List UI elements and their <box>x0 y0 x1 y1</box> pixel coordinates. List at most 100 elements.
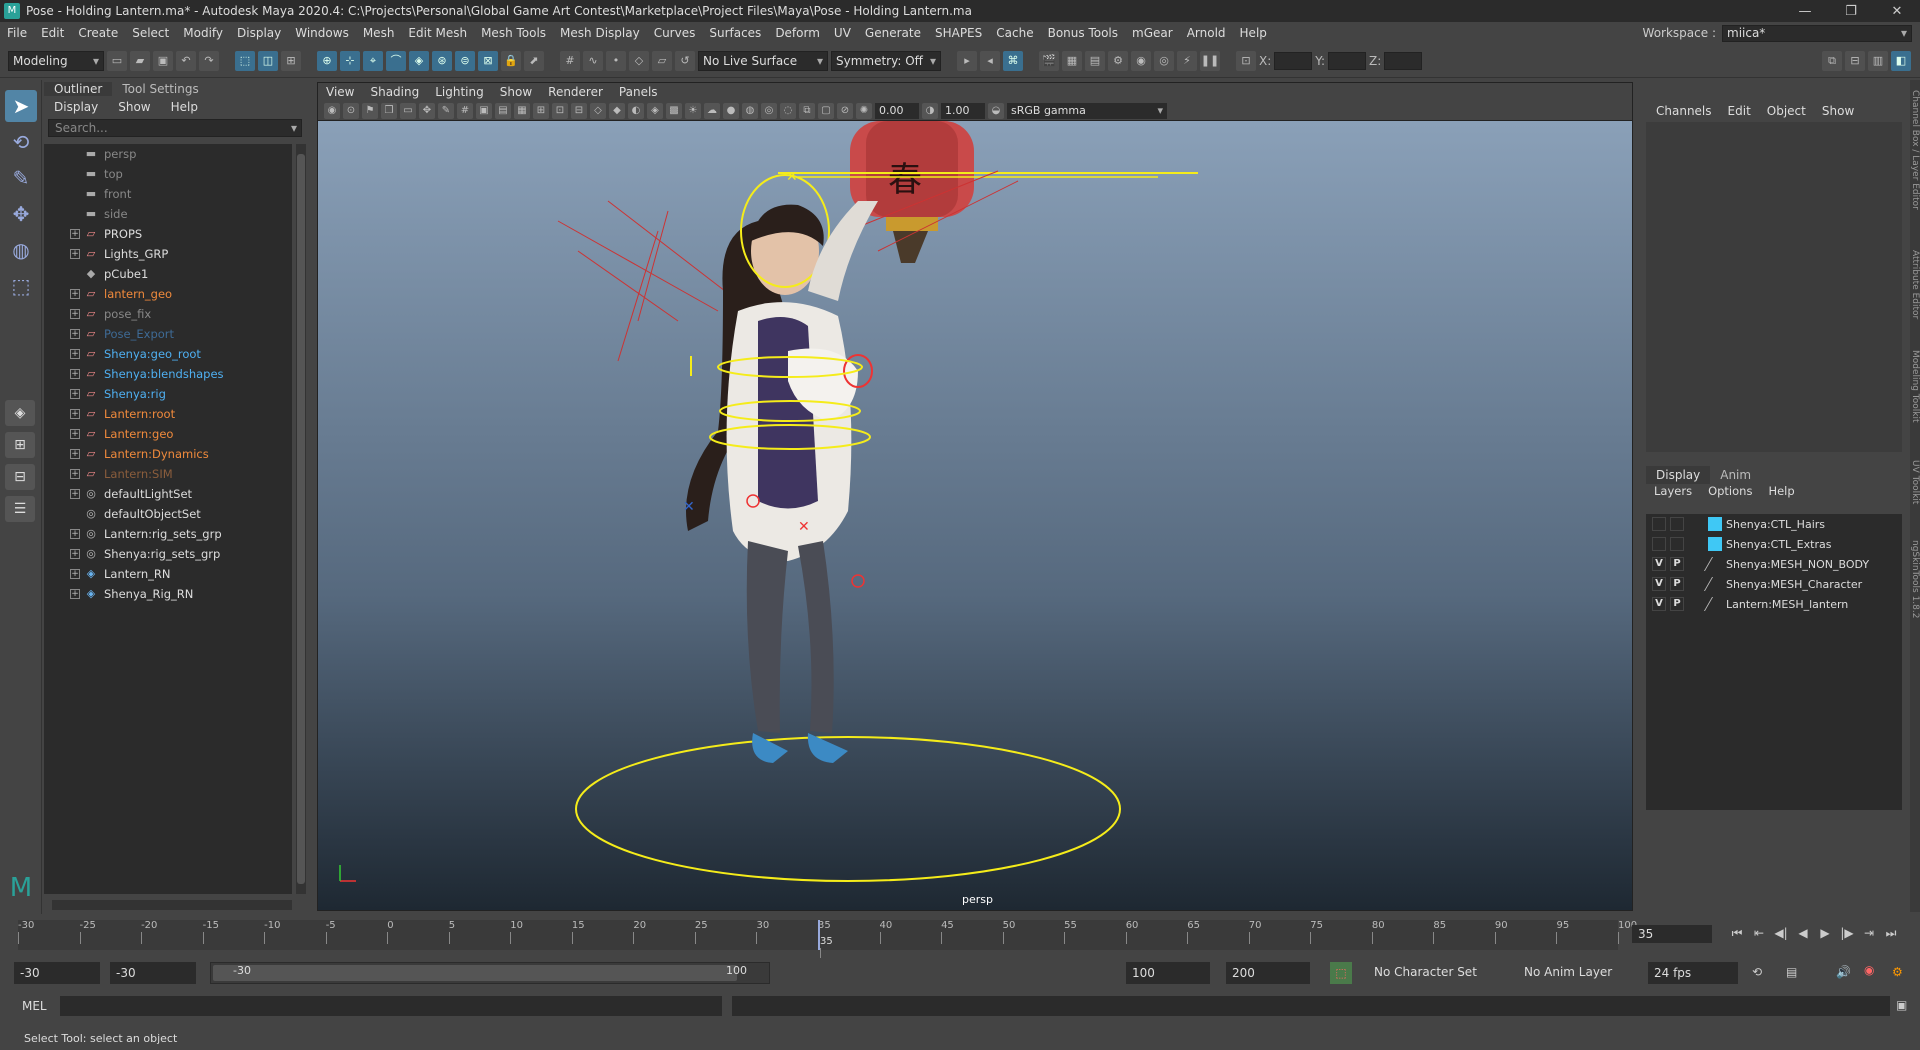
layer-color-swatch[interactable] <box>1708 537 1722 551</box>
menu-arnold[interactable]: Arnold <box>1180 26 1233 40</box>
expand-icon[interactable]: + <box>70 389 80 399</box>
layer-playback-toggle[interactable]: P <box>1670 597 1684 611</box>
expand-icon[interactable]: + <box>70 369 80 379</box>
y-field[interactable] <box>1328 51 1367 70</box>
layer-row[interactable]: Shenya:CTL_Hairs <box>1646 514 1902 534</box>
arnold-render-icon[interactable]: ◎ <box>1154 50 1174 71</box>
select-camera-icon[interactable]: ◉ <box>324 102 340 119</box>
pause-render-icon[interactable]: ❚❚ <box>1200 50 1220 71</box>
menuset-dropdown[interactable]: Modeling <box>8 50 104 71</box>
mask-surfaces-icon[interactable]: ◈ <box>409 50 429 71</box>
wireframe-icon[interactable]: ◇ <box>590 102 606 119</box>
save-scene-icon[interactable]: ▣ <box>153 50 173 71</box>
menu-edit[interactable]: Edit <box>34 26 71 40</box>
expand-icon[interactable]: + <box>70 589 80 599</box>
outliner-item[interactable]: + ◈ Shenya_Rig_RN <box>44 584 292 604</box>
open-scene-icon[interactable]: ▰ <box>130 50 150 71</box>
expand-icon[interactable]: + <box>70 489 80 499</box>
side-tab-modeling-toolkit[interactable]: Modeling Toolkit <box>1910 350 1920 423</box>
bookmarks-icon[interactable]: ❒ <box>381 102 397 119</box>
layer-menu-help[interactable]: Help <box>1760 484 1802 498</box>
sidebar-toggle-2-icon[interactable]: ⊟ <box>1845 50 1865 71</box>
playback-end-field[interactable]: 100 <box>1126 962 1210 984</box>
live-surface-dropdown[interactable]: No Live Surface <box>698 50 828 71</box>
snap-projected-icon[interactable]: ◇ <box>629 50 649 71</box>
channel-menu-edit[interactable]: Edit <box>1720 104 1759 118</box>
gamma-icon[interactable]: ◑ <box>922 102 938 119</box>
lasso-tool-icon[interactable]: ⟲ <box>5 126 37 158</box>
xray-joints-icon[interactable]: ⊘ <box>837 102 853 119</box>
select-component-icon[interactable]: ⊞ <box>281 50 301 71</box>
menu-surfaces[interactable]: Surfaces <box>702 26 768 40</box>
two-d-pan-icon[interactable]: ✥ <box>419 102 435 119</box>
anim-layer-dropdown[interactable]: No Anim Layer <box>1524 965 1612 979</box>
viewport-panel[interactable]: View Shading Lighting Show Renderer Pane… <box>317 82 1633 911</box>
viewport-menu-shading[interactable]: Shading <box>362 85 427 99</box>
side-tab-uv-toolkit[interactable]: UV Toolkit <box>1910 460 1920 504</box>
smooth-shade-icon[interactable]: ◆ <box>609 102 625 119</box>
render-frame-icon[interactable]: ▦ <box>1062 50 1082 71</box>
outliner-layout-icon[interactable]: ☰ <box>5 496 35 522</box>
anim-prefs-icon[interactable]: ⚙ <box>1892 965 1903 979</box>
outliner-item[interactable]: + ▱ PROPS <box>44 224 292 244</box>
expand-icon[interactable]: + <box>70 429 80 439</box>
outliner-item[interactable]: + ◎ Lantern:rig_sets_grp <box>44 524 292 544</box>
layer-visibility-toggle[interactable] <box>1652 517 1666 531</box>
outliner-menu-help[interactable]: Help <box>161 100 208 114</box>
layer-color-swatch[interactable] <box>1703 557 1727 571</box>
mel-command-input[interactable] <box>60 996 722 1016</box>
outliner-item[interactable]: + ◎ Shenya:rig_sets_grp <box>44 544 292 564</box>
mel-label[interactable]: MEL <box>22 999 47 1013</box>
persp-outliner-icon[interactable]: ⊟ <box>5 464 35 490</box>
input-ops-icon[interactable]: ▸ <box>957 50 977 71</box>
layer-playback-toggle[interactable]: P <box>1670 577 1684 591</box>
absolute-transform-icon[interactable]: ⊡ <box>1236 50 1256 71</box>
step-back-frame-icon[interactable]: ◀| <box>1772 924 1790 942</box>
auto-key-icon[interactable]: ⬚ <box>1330 962 1352 984</box>
outliner-item[interactable]: + ▱ Shenya:rig <box>44 384 292 404</box>
lock-selection-icon[interactable]: 🔒 <box>501 50 521 71</box>
color-management-icon[interactable]: ◒ <box>988 102 1004 119</box>
menu-shapes[interactable]: SHAPES <box>928 26 989 40</box>
depth-of-field-icon[interactable]: ◌ <box>780 102 796 119</box>
mask-handles-icon[interactable]: ⊹ <box>340 50 360 71</box>
outliner-item[interactable]: ◆ pCube1 <box>44 264 292 284</box>
scale-tool-icon[interactable]: ⬚ <box>5 270 37 302</box>
menu-file[interactable]: File <box>0 26 34 40</box>
use-all-lights-icon[interactable]: ☀ <box>685 102 701 119</box>
mask-all-icon[interactable]: ⊕ <box>317 50 337 71</box>
anti-aliasing-icon[interactable]: ◎ <box>761 102 777 119</box>
layer-row[interactable]: Shenya:CTL_Extras <box>1646 534 1902 554</box>
highlight-selection-icon[interactable]: ⬈ <box>524 50 544 71</box>
viewport-menu-panels[interactable]: Panels <box>611 85 666 99</box>
menu-create[interactable]: Create <box>71 26 125 40</box>
outliner-item[interactable]: + ▱ pose_fix <box>44 304 292 324</box>
menu-deform[interactable]: Deform <box>768 26 827 40</box>
menu-help[interactable]: Help <box>1233 26 1274 40</box>
layer-menu-layers[interactable]: Layers <box>1646 484 1700 498</box>
rotate-tool-icon[interactable]: ◍ <box>5 234 37 266</box>
outliner-item[interactable]: + ▱ lantern_geo <box>44 284 292 304</box>
menu-bonus-tools[interactable]: Bonus Tools <box>1041 26 1125 40</box>
construction-history-icon[interactable]: ⌘ <box>1003 50 1023 71</box>
layer-visibility-toggle[interactable]: V <box>1652 557 1666 571</box>
ipr-render-icon[interactable]: ▤ <box>1085 50 1105 71</box>
tab-tool-settings[interactable]: Tool Settings <box>112 82 208 96</box>
menu-edit-mesh[interactable]: Edit Mesh <box>401 26 474 40</box>
default-material-icon[interactable]: ◐ <box>628 102 644 119</box>
chevron-down-icon[interactable]: ▾ <box>291 121 297 135</box>
outliner-item[interactable]: ◎ defaultObjectSet <box>44 504 292 524</box>
grease-pencil-icon[interactable]: ✎ <box>438 102 454 119</box>
viewport-menu-view[interactable]: View <box>318 85 362 99</box>
symmetry-dropdown[interactable]: Symmetry: Off <box>831 50 941 71</box>
isolate-select-icon[interactable]: ⧉ <box>799 102 815 119</box>
tab-anim[interactable]: Anim <box>1710 466 1761 484</box>
redo-icon[interactable]: ↷ <box>199 50 219 71</box>
menu-curves[interactable]: Curves <box>647 26 703 40</box>
motion-blur-icon[interactable]: ◍ <box>742 102 758 119</box>
lock-camera-icon[interactable]: ⊙ <box>343 102 359 119</box>
play-backward-icon[interactable]: ◀ <box>1794 924 1812 942</box>
loop-icon[interactable]: ⟲ <box>1752 965 1762 979</box>
make-live-icon[interactable]: ↺ <box>675 50 695 71</box>
channel-menu-object[interactable]: Object <box>1759 104 1814 118</box>
